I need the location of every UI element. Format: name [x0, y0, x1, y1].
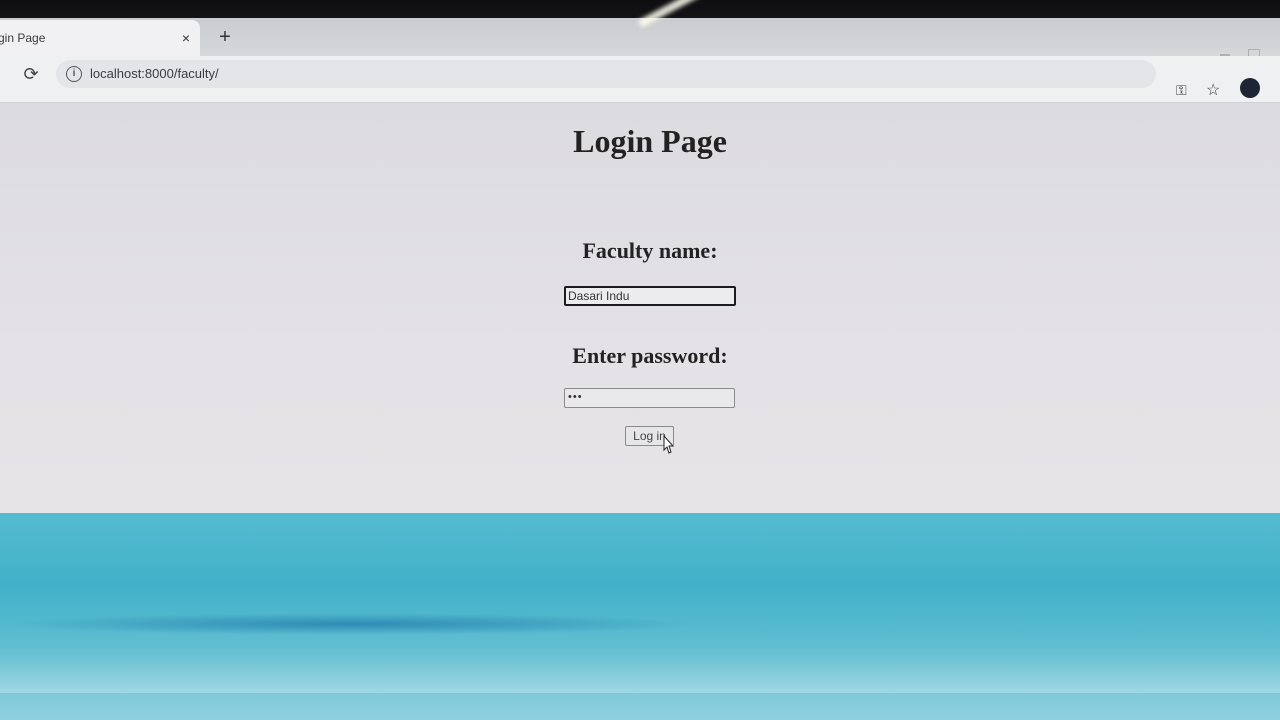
browser-toolbar: › ⟳ i localhost:8000/faculty/ ⚿ ☆: [0, 56, 1280, 103]
foreground-water: [0, 653, 1280, 693]
page-content: Login Page Faculty name: Dasari Indu Ent…: [0, 103, 1280, 523]
mouse-pointer-icon: [663, 435, 675, 454]
tab-title: gin Page: [0, 31, 46, 45]
password-label: Enter password:: [572, 343, 728, 368]
page-title: Login Page: [573, 123, 727, 159]
faculty-name-label: Faculty name:: [582, 238, 718, 263]
info-icon[interactable]: i: [66, 66, 82, 82]
profile-avatar-icon[interactable]: [1240, 78, 1260, 98]
faculty-name-input[interactable]: Dasari Indu: [564, 286, 736, 306]
sea-background-image: [0, 513, 1280, 720]
forward-icon[interactable]: ›: [0, 68, 1, 84]
new-tab-button[interactable]: +: [214, 26, 236, 48]
close-tab-icon[interactable]: ×: [182, 29, 190, 47]
address-bar[interactable]: i localhost:8000/faculty/: [56, 60, 1156, 88]
reload-icon[interactable]: ⟳: [20, 63, 42, 85]
bookmark-star-icon[interactable]: ☆: [1206, 80, 1220, 100]
screen: gin Page × + › ⟳ i localhost:8000/facult…: [0, 0, 1280, 720]
wave-shade: [0, 613, 700, 635]
key-icon[interactable]: ⚿: [1176, 82, 1187, 99]
browser-tab[interactable]: gin Page ×: [0, 20, 200, 56]
url-text: localhost:8000/faculty/: [90, 66, 219, 81]
password-input[interactable]: •••: [564, 388, 735, 408]
